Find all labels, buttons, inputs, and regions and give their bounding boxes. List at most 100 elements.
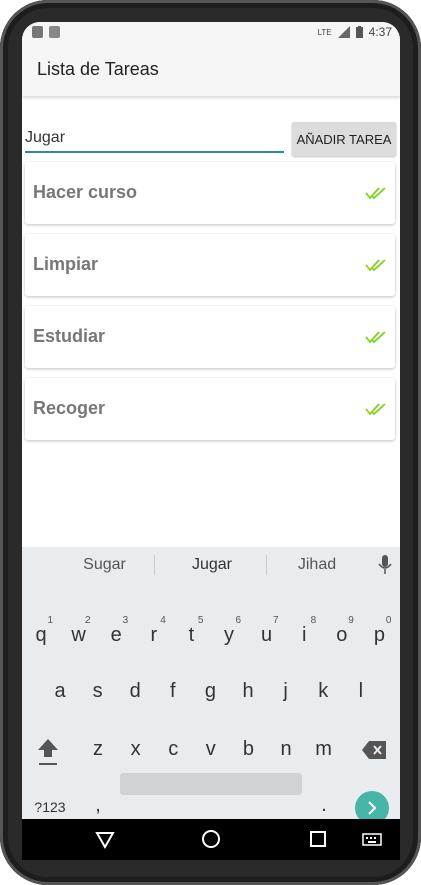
shift-icon[interactable] — [36, 737, 60, 767]
recents-icon[interactable] — [309, 829, 327, 849]
phone-frame: LTE 4:37 Lista de Tareas AÑADIR TAREA Ha… — [0, 0, 421, 885]
key-label: x — [130, 737, 141, 760]
key-label: s — [92, 679, 103, 702]
key-j[interactable]: j — [269, 671, 303, 711]
task-label: Limpiar — [33, 254, 99, 274]
key-label: c — [168, 737, 179, 760]
mic-icon[interactable] — [378, 555, 392, 575]
key-z[interactable]: z — [81, 729, 115, 769]
key-number-hint: 9 — [348, 615, 354, 626]
status-bar: LTE 4:37 — [22, 22, 400, 44]
key-number-hint: 8 — [310, 615, 317, 626]
task-label: Estudiar — [33, 326, 106, 346]
key-v[interactable]: v — [194, 729, 228, 769]
key-number-hint: 1 — [47, 615, 53, 626]
key-b[interactable]: b — [231, 729, 265, 769]
back-icon[interactable] — [95, 829, 115, 849]
add-task-button[interactable]: AÑADIR TAREA — [292, 122, 396, 156]
key-number-hint: 3 — [122, 615, 129, 626]
task-item[interactable]: Recoger — [25, 378, 395, 440]
key-s[interactable]: s — [81, 671, 115, 711]
key-label: m — [315, 737, 332, 760]
key-q[interactable]: q1 — [24, 615, 58, 655]
enter-icon — [368, 801, 377, 815]
key-r[interactable]: r4 — [137, 615, 171, 655]
page-title: Lista de Tareas — [37, 59, 159, 79]
suggestion[interactable]: Jugar — [157, 547, 267, 583]
key-label: l — [358, 679, 364, 702]
clock: 4:37 — [368, 25, 392, 39]
soft-keyboard: Sugar Jugar Jihad q1w2e3r4t5y6u7i8o9p0 a… — [22, 547, 400, 825]
key-w[interactable]: w2 — [62, 615, 96, 655]
key-u[interactable]: u7 — [250, 615, 284, 655]
key-label: e — [110, 623, 122, 646]
key-c[interactable]: c — [156, 729, 190, 769]
signal-icon — [337, 26, 350, 38]
suggestion[interactable]: Sugar — [52, 547, 157, 583]
check-icon[interactable] — [365, 186, 387, 200]
key-label: b — [242, 737, 254, 760]
key-label: t — [188, 623, 195, 646]
screen: LTE 4:37 Lista de Tareas AÑADIR TAREA Ha… — [22, 22, 400, 860]
key-label: a — [54, 679, 66, 702]
task-item[interactable]: Hacer curso — [25, 162, 395, 224]
app-bar: Lista de Tareas — [22, 44, 400, 96]
key-o[interactable]: o9 — [325, 615, 359, 655]
sd-card-icon — [32, 26, 43, 38]
key-label: k — [318, 679, 329, 702]
key-n[interactable]: n — [269, 729, 303, 769]
key-label: n — [280, 737, 292, 760]
battery-icon — [355, 26, 363, 38]
key-label: d — [129, 679, 141, 702]
key-g[interactable]: g — [193, 671, 227, 711]
key-d[interactable]: d — [118, 671, 152, 711]
navigation-bar — [22, 819, 400, 860]
key-label: h — [242, 679, 254, 702]
task-item[interactable]: Estudiar — [25, 306, 395, 368]
check-icon[interactable] — [365, 330, 387, 344]
key-f[interactable]: f — [156, 671, 190, 711]
keyboard-icon[interactable] — [362, 829, 382, 849]
network-label: LTE — [317, 27, 332, 37]
key-label: i — [301, 623, 307, 646]
check-icon[interactable] — [365, 402, 387, 416]
task-label: Recoger — [33, 398, 106, 418]
key-label: q — [35, 623, 47, 646]
key-p[interactable]: p0 — [362, 615, 396, 655]
key-k[interactable]: k — [306, 671, 340, 711]
key-x[interactable]: x — [119, 729, 153, 769]
backspace-icon[interactable] — [362, 741, 386, 759]
key-e[interactable]: e3 — [99, 615, 133, 655]
key-h[interactable]: h — [231, 671, 265, 711]
suggestion[interactable]: Jihad — [267, 547, 367, 583]
key-label: f — [170, 679, 176, 702]
key-label: v — [205, 737, 216, 760]
key-a[interactable]: a — [43, 671, 77, 711]
task-input[interactable] — [25, 125, 284, 153]
task-item[interactable]: Limpiar — [25, 234, 395, 296]
suggestion-divider — [154, 555, 155, 575]
key-t[interactable]: t5 — [174, 615, 208, 655]
check-icon[interactable] — [365, 258, 387, 272]
key-label: y — [224, 623, 234, 646]
key-label: r — [150, 623, 158, 646]
space-bar[interactable] — [120, 773, 302, 795]
key-number-hint: 5 — [197, 615, 204, 626]
key-label: w — [71, 623, 86, 646]
key-label: j — [283, 679, 288, 702]
key-number-hint: 0 — [385, 615, 392, 626]
key-y[interactable]: y6 — [212, 615, 246, 655]
key-label: o — [336, 623, 348, 646]
key-l[interactable]: l — [344, 671, 378, 711]
key-m[interactable]: m — [307, 729, 341, 769]
key-label: u — [261, 623, 273, 646]
key-number-hint: 7 — [273, 615, 279, 626]
key-label: z — [93, 737, 103, 760]
key-label: p — [373, 623, 385, 646]
key-number-hint: 4 — [160, 615, 166, 626]
home-icon[interactable] — [201, 829, 221, 849]
task-label: Hacer curso — [33, 182, 138, 202]
notification-icon — [49, 26, 60, 38]
key-number-hint: 2 — [85, 615, 91, 626]
key-i[interactable]: i8 — [287, 615, 321, 655]
